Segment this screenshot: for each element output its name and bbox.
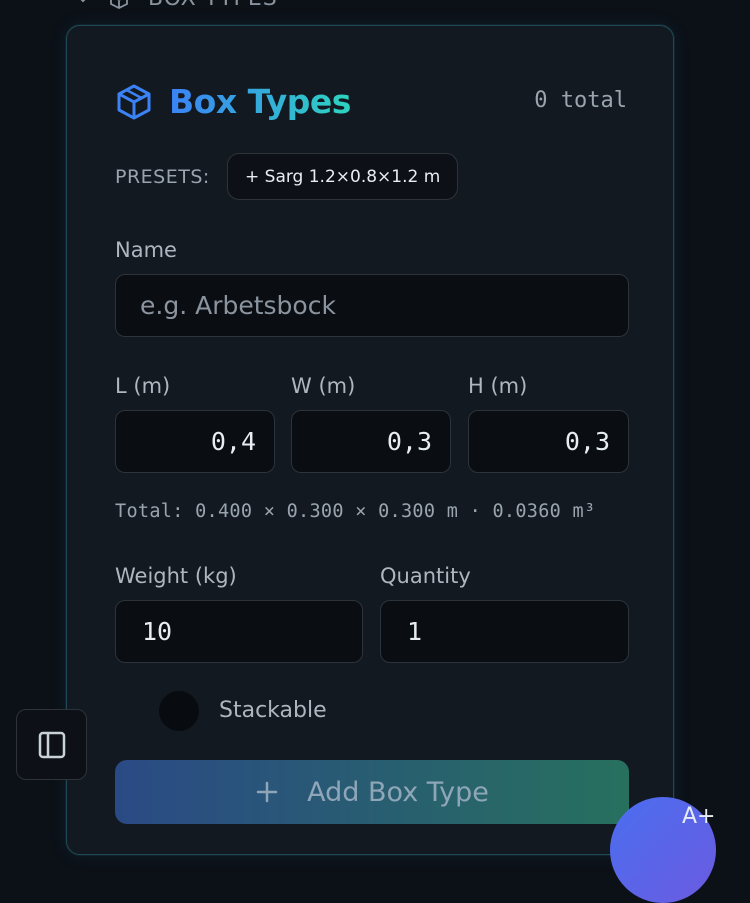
- cube-icon: [117, 84, 151, 119]
- stackable-label: Stackable: [219, 698, 327, 723]
- height-label: H (m): [468, 374, 528, 398]
- sidebar-toggle-icon: [38, 731, 65, 758]
- quantity-label: Quantity: [380, 564, 471, 588]
- quantity-input[interactable]: [380, 600, 629, 663]
- height-input[interactable]: [468, 410, 629, 473]
- sidebar-toggle-button[interactable]: [16, 709, 87, 780]
- fab-glyph: A+: [682, 804, 716, 829]
- name-label: Name: [115, 238, 177, 262]
- plus-icon: [256, 781, 278, 803]
- stackable-toggle[interactable]: [159, 691, 199, 731]
- section-header[interactable]: BOX TYPES: [76, 0, 278, 11]
- dimensions-summary: Total: 0.400 × 0.300 × 0.300 m · 0.0360 …: [115, 501, 596, 522]
- presets-label: PRESETS:: [115, 166, 210, 188]
- add-box-type-button[interactable]: Add Box Type: [115, 760, 629, 824]
- boxes-icon: [110, 0, 128, 9]
- section-label: BOX TYPES: [148, 0, 278, 11]
- card-header: Box Types: [115, 82, 351, 121]
- preset-chip-sarg[interactable]: + Sarg 1.2×0.8×1.2 m: [227, 153, 459, 200]
- name-input[interactable]: [115, 274, 629, 337]
- length-input[interactable]: [115, 410, 275, 473]
- box-types-card: Box Types 0 total PRESETS: + Sarg 1.2×0.…: [66, 25, 674, 855]
- page-title: Box Types: [169, 82, 351, 121]
- add-box-type-label: Add Box Type: [307, 776, 489, 808]
- weight-input[interactable]: [115, 600, 363, 663]
- length-label: L (m): [115, 374, 171, 398]
- width-input[interactable]: [291, 410, 451, 473]
- weight-label: Weight (kg): [115, 564, 237, 588]
- chevron-down-icon: [81, 0, 85, 2]
- total-count: 0 total: [534, 88, 627, 113]
- width-label: W (m): [291, 374, 356, 398]
